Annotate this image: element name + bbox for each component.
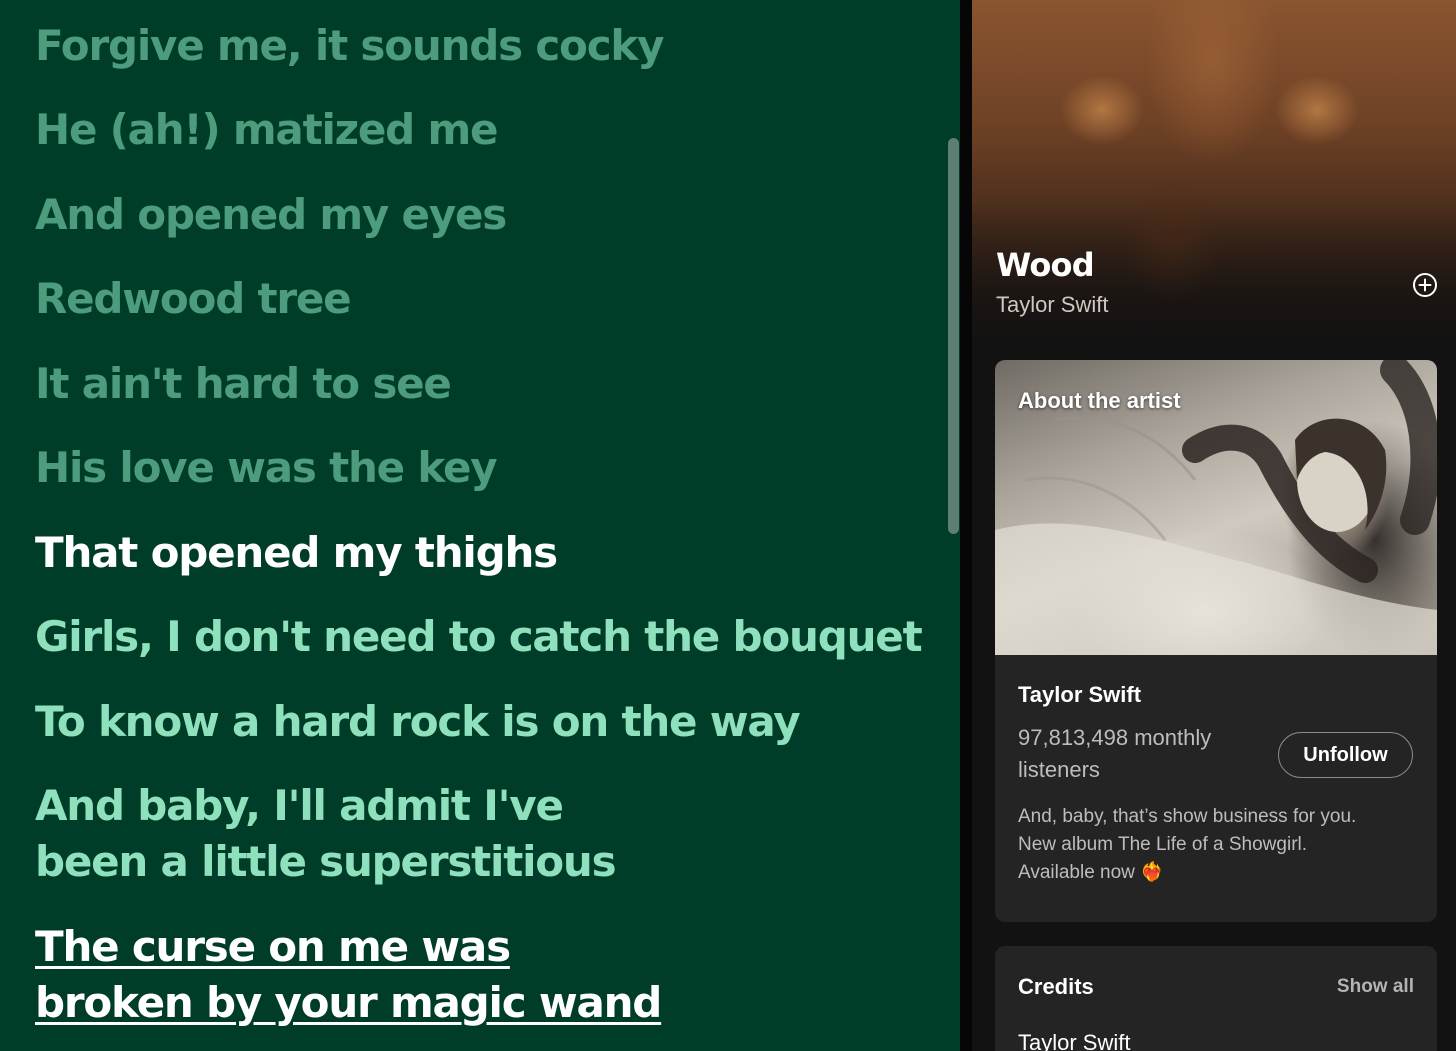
lyrics-scrollbar-thumb[interactable] xyxy=(948,138,959,534)
lyric-line[interactable]: Forgive me, it sounds cocky xyxy=(35,18,665,74)
unfollow-button[interactable]: Unfollow xyxy=(1278,732,1413,778)
lyric-line[interactable]: And opened my eyes xyxy=(35,187,507,243)
about-artist-card[interactable]: About the artist Taylor Swift 97,813,498… xyxy=(995,360,1437,922)
pane-divider[interactable] xyxy=(960,0,972,1051)
track-title[interactable]: Wood xyxy=(996,246,1095,284)
artist-bio: And, baby, that’s show business for you.… xyxy=(1018,803,1418,887)
lyric-line[interactable]: It ain't hard to see xyxy=(35,356,452,412)
track-artist[interactable]: Taylor Swift xyxy=(996,292,1108,318)
lyric-line[interactable]: And baby, I'll admit I've been a little … xyxy=(35,778,617,890)
plus-circle-icon[interactable] xyxy=(1412,272,1438,298)
lyric-line-current[interactable]: That opened my thighs xyxy=(35,525,558,581)
lyric-line-part: And baby, I'll admit I've xyxy=(35,781,564,830)
lyrics-pane: Forgive me, it sounds cocky He (ah!) mat… xyxy=(0,0,960,1051)
heart-on-fire-icon: ❤️‍🔥 xyxy=(1140,862,1164,883)
lyric-line[interactable]: To know a hard rock is on the way xyxy=(35,694,801,750)
show-all-credits-link[interactable]: Show all xyxy=(1337,976,1414,998)
bio-line: New album The Life of a Showgirl. xyxy=(1018,834,1308,855)
lyric-line-hovered[interactable]: The curse on me was broken by your magic… xyxy=(35,919,662,1031)
lyric-line-part: broken by your magic wand xyxy=(35,978,662,1027)
bio-line: Available now ❤️‍🔥 xyxy=(1018,859,1418,887)
credits-title: Credits xyxy=(1018,974,1094,999)
artist-photo: About the artist xyxy=(995,360,1437,655)
lyric-line[interactable]: He (ah!) matized me xyxy=(35,102,499,158)
lyric-line[interactable]: Girls, I don't need to catch the bouquet xyxy=(35,609,923,665)
about-artist-label: About the artist xyxy=(1018,388,1181,413)
credits-card: Credits Show all Taylor Swift xyxy=(995,946,1437,1051)
credit-name[interactable]: Taylor Swift xyxy=(1018,1030,1130,1051)
lyric-line[interactable]: His love was the key xyxy=(35,440,498,496)
lyric-line-part: been a little superstitious xyxy=(35,837,617,886)
artist-name[interactable]: Taylor Swift xyxy=(1018,682,1141,708)
now-playing-panel: Wood Taylor Swift About the artist Taylo… xyxy=(972,0,1456,1051)
lyric-line[interactable]: Redwood tree xyxy=(35,271,352,327)
bio-line: And, baby, that’s show business for you. xyxy=(1018,806,1357,827)
lyric-line-part: The curse on me was xyxy=(35,922,511,971)
bio-line-text: Available now xyxy=(1018,862,1135,883)
monthly-listeners: 97,813,498 monthly listeners xyxy=(1018,725,1212,782)
